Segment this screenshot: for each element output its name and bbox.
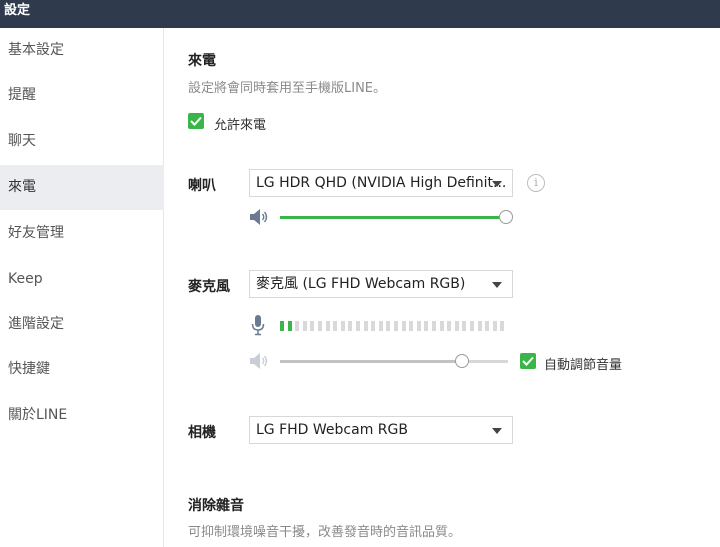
level-bar <box>318 321 322 331</box>
level-bar <box>500 321 505 331</box>
microphone-icon <box>251 315 265 336</box>
microphone-device-select[interactable]: 麥克風 (LG FHD Webcam RGB) <box>249 270 513 298</box>
level-bar <box>462 321 467 331</box>
sidebar-item-notifications[interactable]: 提醒 <box>0 73 164 118</box>
level-bar <box>371 321 376 331</box>
microphone-volume-slider[interactable] <box>280 360 508 363</box>
calls-section-title: 來電 <box>188 53 216 69</box>
calls-description: 設定將會同時套用至手機版LINE。 <box>188 81 387 96</box>
checkmark-icon <box>522 356 534 366</box>
speaker-device-select[interactable]: LG HDR QHD (NVIDIA High Definit... <box>249 169 513 197</box>
microphone-volume-icon <box>250 353 268 369</box>
level-bar <box>439 321 444 331</box>
microphone-volume-fill <box>280 360 463 363</box>
level-bar <box>310 321 315 331</box>
level-bar <box>401 321 406 331</box>
level-bar <box>386 321 391 331</box>
level-bar <box>454 321 459 331</box>
chevron-down-icon <box>492 282 502 288</box>
sidebar-item-chats[interactable]: 聊天 <box>0 119 164 164</box>
level-bar <box>492 321 497 331</box>
level-bar <box>416 321 421 331</box>
microphone-device-value: 麥克風 (LG FHD Webcam RGB) <box>256 276 466 292</box>
chevron-down-icon <box>492 181 502 187</box>
microphone-label: 麥克風 <box>188 279 230 295</box>
speaker-device-value: LG HDR QHD (NVIDIA High Definit... <box>256 175 507 191</box>
window-title: 設定 <box>0 0 720 28</box>
sidebar-item-calls[interactable]: 來電 <box>0 165 164 210</box>
level-bar <box>485 321 490 331</box>
camera-device-select[interactable]: LG FHD Webcam RGB <box>249 416 513 444</box>
speaker-volume-fill <box>280 216 506 219</box>
sidebar-item-advanced[interactable]: 進階設定 <box>0 302 164 347</box>
speaker-volume-slider[interactable] <box>280 216 506 219</box>
chevron-down-icon <box>492 428 502 434</box>
sidebar-item-general[interactable]: 基本設定 <box>0 28 164 73</box>
info-icon[interactable]: i <box>527 174 545 192</box>
camera-device-value: LG FHD Webcam RGB <box>256 422 408 438</box>
level-bar <box>409 321 414 331</box>
level-bar <box>302 321 307 331</box>
sidebar-item-about[interactable]: 關於LINE <box>0 393 164 438</box>
auto-adjust-volume-checkbox[interactable] <box>520 353 536 369</box>
sidebar-item-keep[interactable]: Keep <box>0 257 164 302</box>
speaker-volume-icon <box>250 209 268 225</box>
level-bar <box>333 321 338 331</box>
level-bar <box>394 321 398 331</box>
sidebar-item-friends[interactable]: 好友管理 <box>0 211 164 256</box>
speaker-volume-handle[interactable] <box>499 210 513 224</box>
level-bar <box>470 321 474 331</box>
camera-label: 相機 <box>188 425 216 441</box>
noise-suppression-title: 消除雜音 <box>188 498 244 514</box>
level-bar <box>280 321 284 331</box>
level-bar <box>378 321 383 331</box>
calls-settings-panel: 來電 設定將會同時套用至手機版LINE。 允許來電 喇叭 LG HDR QHD … <box>165 28 720 547</box>
level-bar <box>363 321 368 331</box>
level-bar <box>348 321 353 331</box>
level-bar <box>325 321 330 331</box>
auto-adjust-volume-label: 自動調節音量 <box>544 358 623 373</box>
speaker-label: 喇叭 <box>188 178 216 194</box>
level-bar <box>340 321 345 331</box>
level-bar <box>356 321 360 331</box>
allow-calls-checkbox[interactable] <box>188 113 204 129</box>
allow-calls-label: 允許來電 <box>214 118 267 133</box>
checkmark-icon <box>190 116 202 126</box>
level-bar <box>447 321 452 331</box>
level-bar <box>287 321 292 331</box>
sidebar-item-shortcuts[interactable]: 快捷鍵 <box>0 347 164 392</box>
noise-suppression-description: 可抑制環境噪音干擾，改善發音時的音訊品質。 <box>188 525 462 540</box>
settings-sidebar: 基本設定 提醒 聊天 來電 好友管理 Keep 進階設定 快捷鍵 關於LINE <box>0 28 164 547</box>
level-bar <box>432 321 436 331</box>
microphone-level-meter <box>280 321 510 331</box>
microphone-volume-handle[interactable] <box>455 354 470 368</box>
level-bar <box>295 321 300 331</box>
level-bar <box>424 321 429 331</box>
level-bar <box>477 321 482 331</box>
